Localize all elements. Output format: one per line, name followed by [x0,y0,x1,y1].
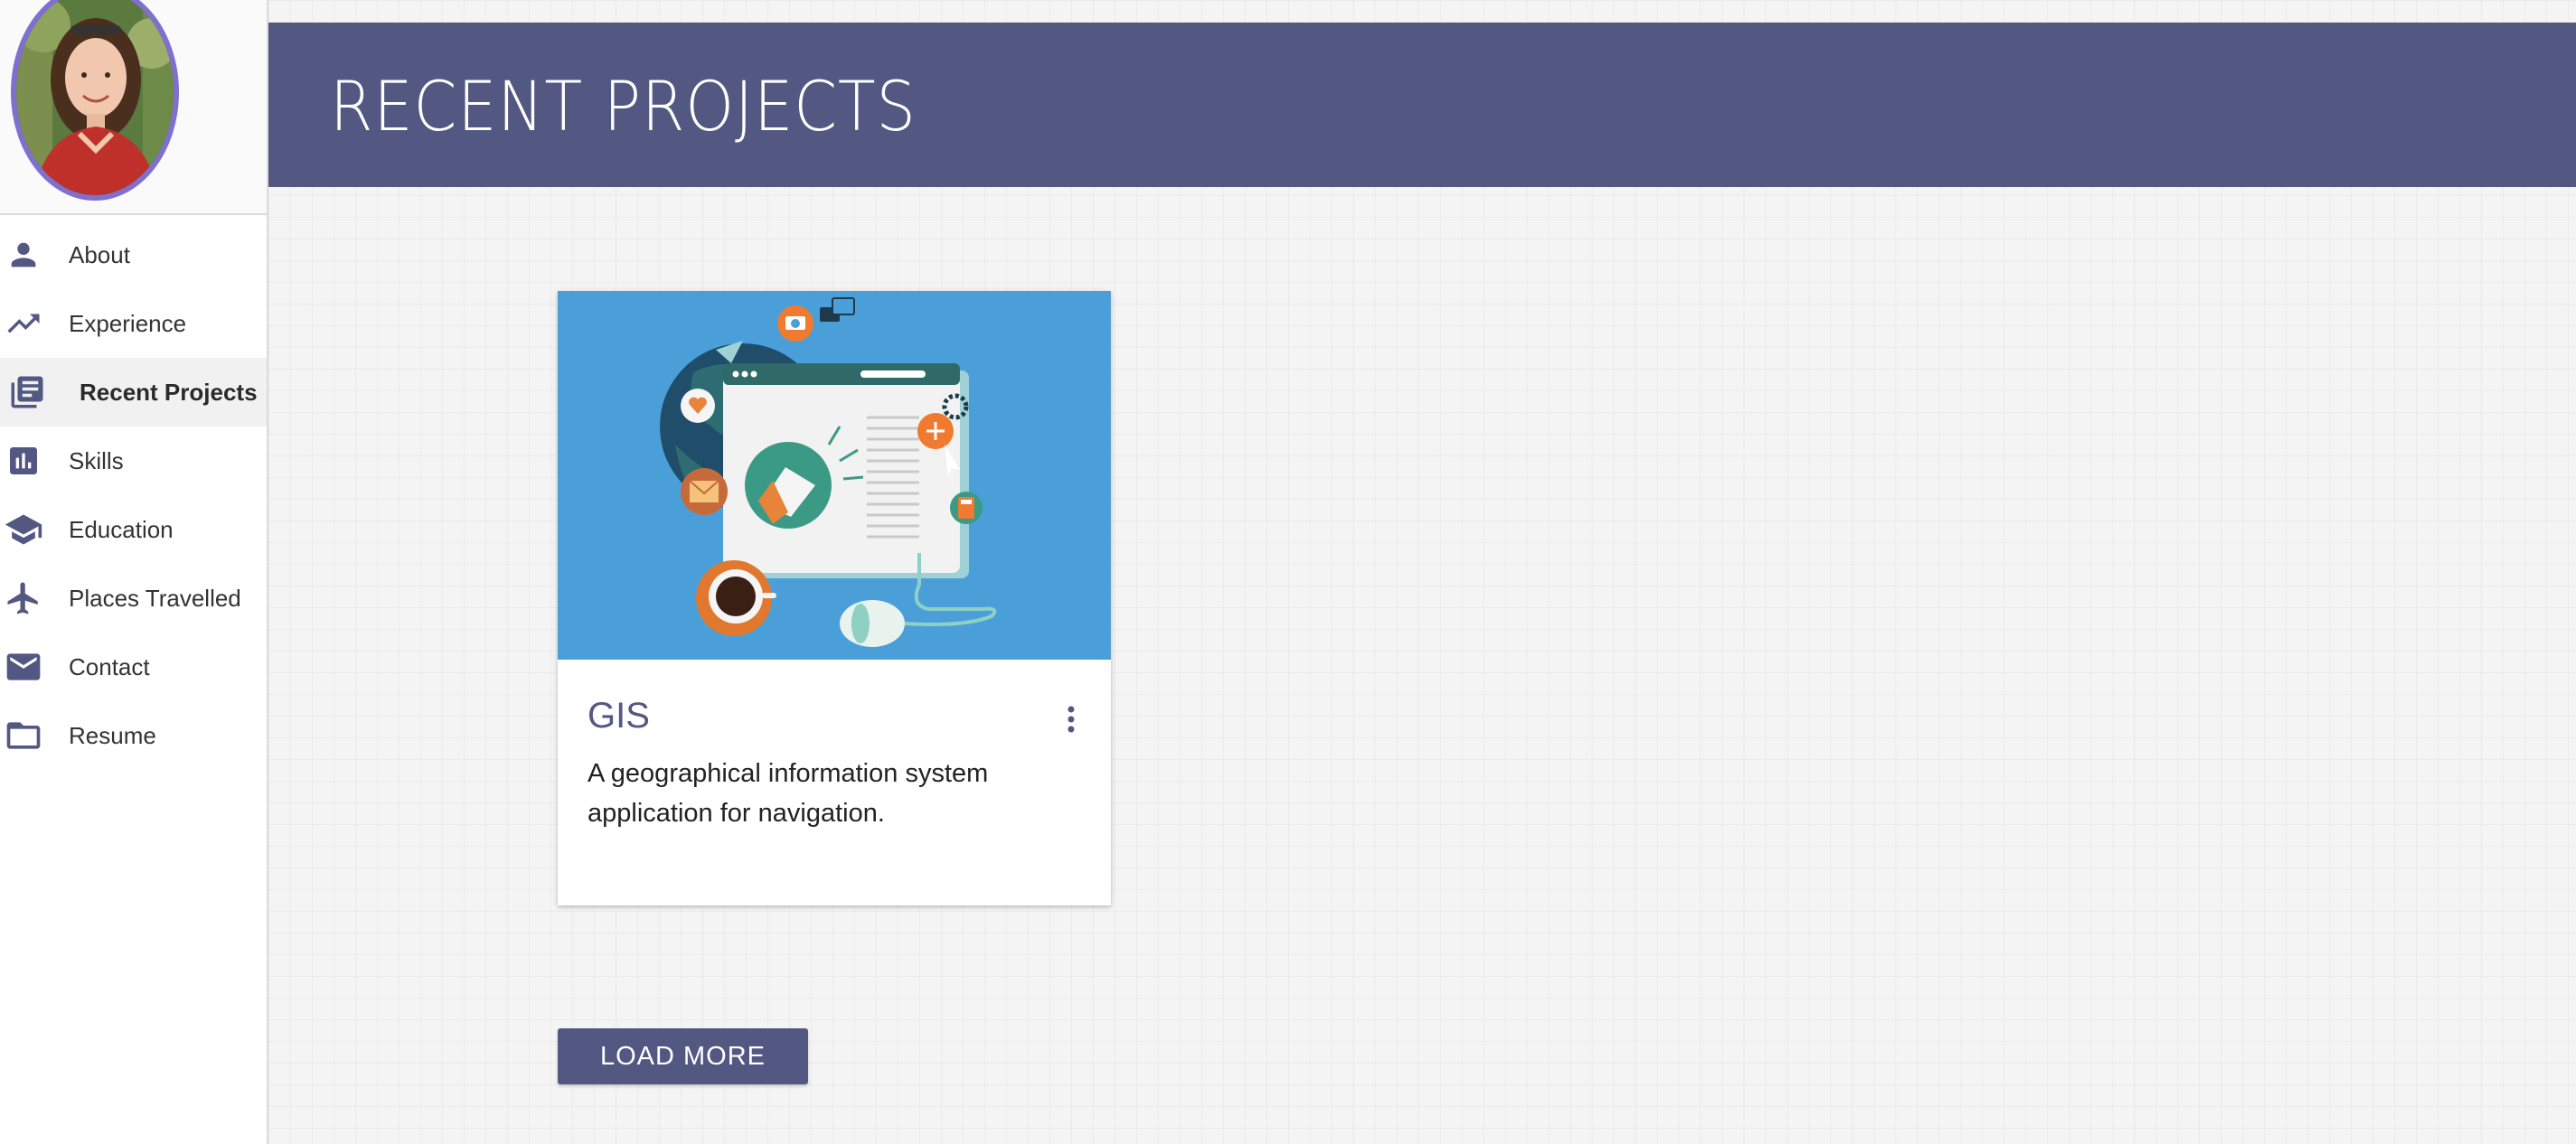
avatar [11,0,179,201]
project-title: GIS [588,696,650,736]
library-books-icon [7,372,47,412]
sidebar-item-label: Contact [69,652,150,680]
sidebar-item-experience[interactable]: Experience [0,289,267,358]
profile-header [0,0,267,215]
sidebar-item-education[interactable]: Education [0,495,267,564]
project-card: GIS A geographical information system ap… [558,291,1111,905]
sidebar-item-contact[interactable]: Contact [0,633,267,701]
school-icon [4,510,43,549]
more-options-button[interactable] [1055,701,1087,741]
sidebar: About Experience Recent Projects Skills [0,0,268,1144]
sidebar-item-recent-projects[interactable]: Recent Projects [0,358,267,427]
sidebar-item-places-travelled[interactable]: Places Travelled [0,564,267,633]
more-vert-icon [1067,705,1076,738]
sidebar-nav: About Experience Recent Projects Skills [0,220,267,770]
sidebar-item-skills[interactable]: Skills [0,427,267,495]
person-icon [4,235,43,275]
sidebar-item-label: About [69,240,130,268]
main-content: RECENT PROJECTS GIS A geographical infor… [268,0,2576,1144]
sidebar-item-label: Education [69,515,174,543]
sidebar-item-about[interactable]: About [0,220,267,289]
sidebar-item-resume[interactable]: Resume [0,701,267,770]
mail-icon [4,647,43,687]
project-description: A geographical information system applic… [588,759,989,828]
load-more-button[interactable]: LOAD MORE [558,1028,808,1084]
sidebar-item-label: Recent Projects [80,378,258,406]
folder-icon [4,716,43,755]
sidebar-item-label: Experience [69,309,187,337]
page-title: RECENT PROJECTS [330,66,917,146]
page-header: RECENT PROJECTS [268,23,2576,187]
airplane-icon [4,578,43,618]
project-image [558,291,1111,660]
trending-up-icon [4,304,43,343]
sidebar-item-label: Skills [69,446,124,474]
sidebar-item-label: Resume [69,721,156,749]
sidebar-item-label: Places Travelled [69,584,241,612]
bar-chart-icon [4,441,43,481]
